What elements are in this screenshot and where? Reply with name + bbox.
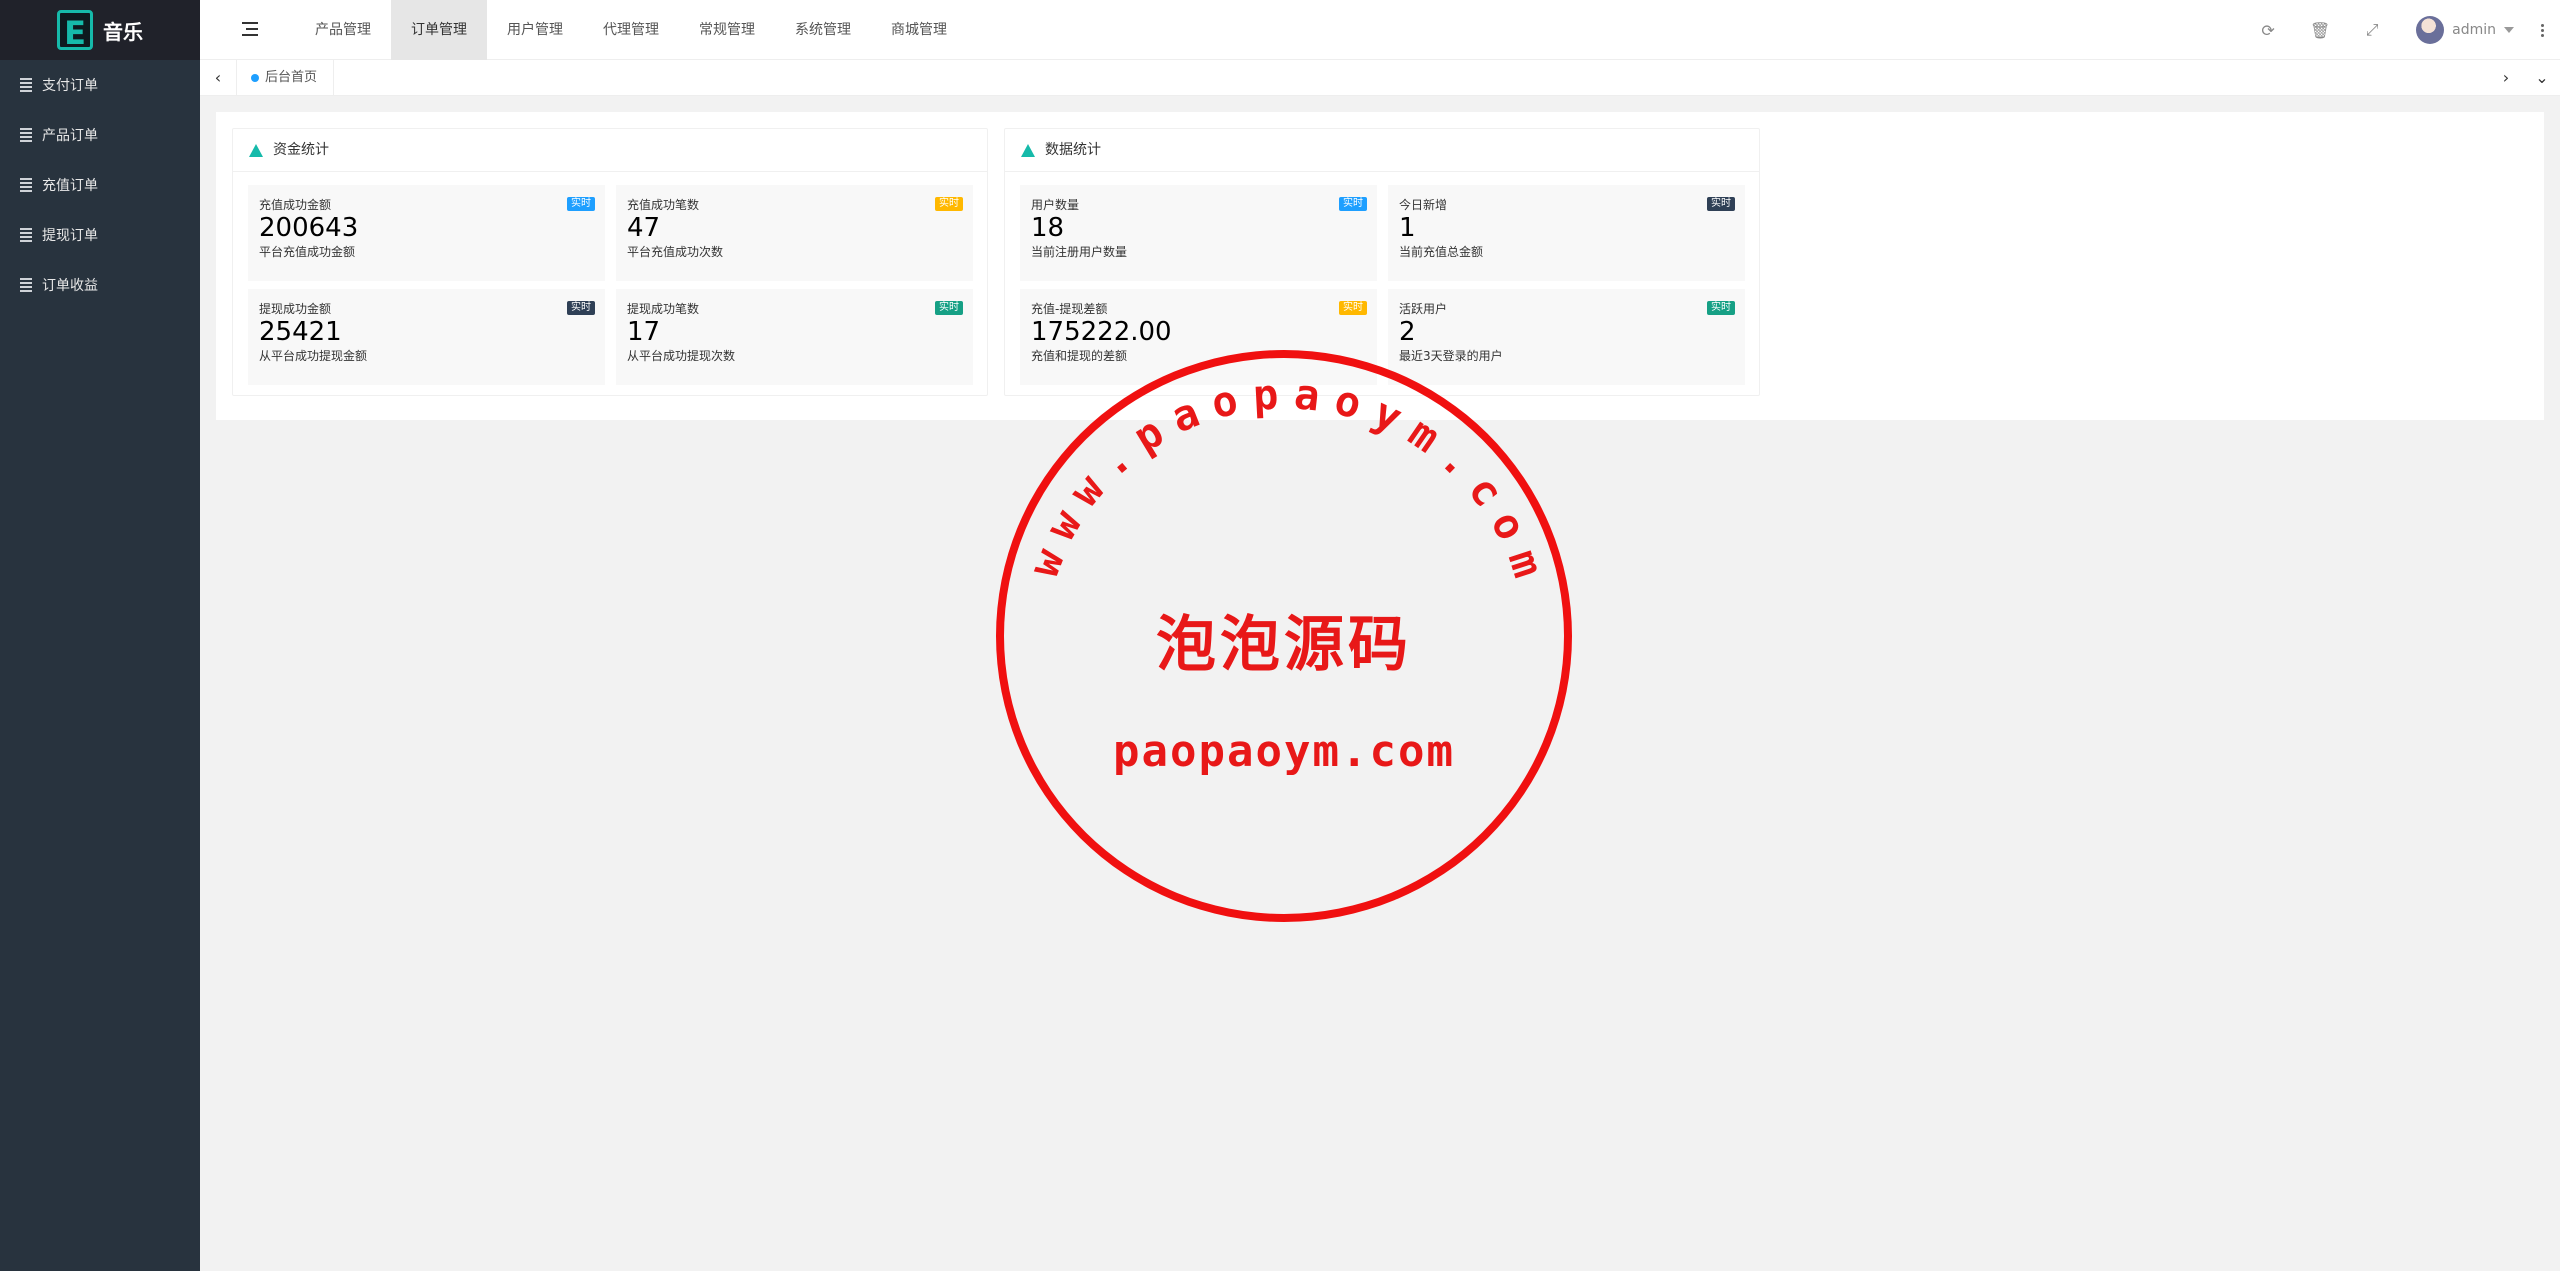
list-icon: [20, 78, 32, 92]
chevron-down-icon: [2504, 27, 2514, 33]
chevron-left-icon[interactable]: ‹: [200, 60, 236, 96]
realtime-badge: 实时: [1339, 301, 1367, 315]
user-menu[interactable]: admin: [2398, 16, 2532, 44]
watermark-sub-text: paopaoym.com: [1113, 726, 1455, 777]
menu-toggle-icon[interactable]: [242, 22, 258, 36]
stat-label: 提现成功笔数: [627, 302, 700, 316]
top-header: 产品管理 订单管理 用户管理 代理管理 常规管理 系统管理 商城管理 ⟳ 🗑 ⤢…: [200, 0, 2560, 60]
fullscreen-icon[interactable]: ⤢: [2346, 20, 2398, 40]
stat-label: 充值成功金额: [259, 198, 332, 212]
stat-desc: 最近3天登录的用户: [1399, 349, 1503, 363]
stat-label: 今日新增: [1399, 198, 1448, 212]
more-vertical-icon[interactable]: [2532, 23, 2552, 37]
stat-label: 活跃用户: [1399, 302, 1448, 316]
logo-icon: E: [57, 10, 93, 52]
list-icon: [20, 278, 32, 292]
chevron-right-icon[interactable]: ›: [2488, 60, 2524, 96]
realtime-badge: 实时: [567, 301, 595, 315]
stat-value: 47: [627, 213, 661, 243]
stat-desc: 平台充值成功金额: [259, 245, 356, 259]
stat-desc: 当前注册用户数量: [1031, 245, 1128, 259]
top-nav: 产品管理 订单管理 用户管理 代理管理 常规管理 系统管理 商城管理: [295, 0, 967, 60]
nav-general[interactable]: 常规管理: [679, 0, 775, 60]
list-icon: [20, 178, 32, 192]
stat-value: 17: [627, 317, 661, 347]
stat-value: 25421: [259, 317, 342, 347]
stat-withdraw-amount: 实时 提现成功金额 25421 从平台成功提现金额: [248, 289, 605, 385]
sidebar-item-label: 充值订单: [42, 178, 98, 194]
sidebar-item-product-orders[interactable]: 产品订单: [0, 110, 200, 160]
list-icon: [20, 128, 32, 142]
nav-system[interactable]: 系统管理: [775, 0, 871, 60]
stat-user-count: 实时 用户数量 18 当前注册用户数量: [1020, 185, 1377, 281]
realtime-badge: 实时: [935, 301, 963, 315]
realtime-badge: 实时: [1707, 197, 1735, 211]
sidebar-item-label: 提现订单: [42, 228, 98, 244]
refresh-icon[interactable]: ⟳: [2242, 21, 2294, 40]
nav-users[interactable]: 用户管理: [487, 0, 583, 60]
stat-new-today: 实时 今日新增 1 当前充值总金额: [1388, 185, 1745, 281]
chevron-down-icon[interactable]: ⌄: [2524, 60, 2560, 96]
username: admin: [2452, 22, 2496, 38]
data-card: 数据统计 实时 用户数量 18 当前注册用户数量 实时 今日新增 1 当前充值总…: [1004, 128, 1760, 396]
stat-balance-diff: 实时 充值-提现差额 175222.00 充值和提现的差额: [1020, 289, 1377, 385]
stat-active-users: 实时 活跃用户 2 最近3天登录的用户: [1388, 289, 1745, 385]
trash-icon[interactable]: 🗑: [2294, 21, 2346, 40]
realtime-badge: 实时: [567, 197, 595, 211]
tab-bar: ‹ 后台首页 › ⌄: [200, 60, 2560, 96]
stat-desc: 平台充值成功次数: [627, 245, 724, 259]
data-title: 数据统计: [1045, 142, 1101, 158]
stat-recharge-count: 实时 充值成功笔数 47 平台充值成功次数: [616, 185, 973, 281]
header-tools: ⟳ 🗑 ⤢ admin: [2242, 0, 2560, 60]
realtime-badge: 实时: [1339, 197, 1367, 211]
stat-desc: 当前充值总金额: [1399, 245, 1484, 259]
card-title: 资金统计: [233, 129, 987, 172]
sidebar-item-order-income[interactable]: 订单收益: [0, 260, 200, 310]
nav-products[interactable]: 产品管理: [295, 0, 391, 60]
stat-label: 用户数量: [1031, 198, 1080, 212]
sidebar-item-withdraw-orders[interactable]: 提现订单: [0, 210, 200, 260]
sidebar-item-label: 支付订单: [42, 78, 98, 94]
funds-card: 资金统计 实时 充值成功金额 200643 平台充值成功金额 实时 充值成功笔数…: [232, 128, 988, 396]
dashboard-panel: 资金统计 实时 充值成功金额 200643 平台充值成功金额 实时 充值成功笔数…: [216, 112, 2544, 420]
realtime-badge: 实时: [935, 197, 963, 211]
sidebar-item-label: 订单收益: [42, 278, 98, 294]
stat-label: 充值-提现差额: [1031, 302, 1108, 316]
stat-value: 200643: [259, 213, 359, 243]
funds-title: 资金统计: [273, 142, 329, 158]
stat-recharge-amount: 实时 充值成功金额 200643 平台充值成功金额: [248, 185, 605, 281]
watermark-main-text: 泡泡源码: [1156, 610, 1412, 680]
app-name: 音乐: [103, 19, 143, 44]
tab-home[interactable]: 后台首页: [236, 60, 335, 96]
nav-orders[interactable]: 订单管理: [391, 0, 487, 60]
realtime-badge: 实时: [1707, 301, 1735, 315]
stat-value: 1: [1399, 213, 1416, 243]
stat-value: 2: [1399, 317, 1416, 347]
list-icon: [20, 228, 32, 242]
logo[interactable]: E 音乐: [0, 0, 200, 60]
warning-icon: [1021, 143, 1035, 157]
nav-mall[interactable]: 商城管理: [871, 0, 967, 60]
avatar: [2416, 16, 2445, 44]
sidebar-item-label: 产品订单: [42, 128, 98, 144]
sidebar-item-pay-orders[interactable]: 支付订单: [0, 60, 200, 110]
sidebar-item-recharge-orders[interactable]: 充值订单: [0, 160, 200, 210]
stat-value: 18: [1031, 213, 1065, 243]
stat-withdraw-count: 实时 提现成功笔数 17 从平台成功提现次数: [616, 289, 973, 385]
stat-value: 175222.00: [1031, 317, 1172, 347]
nav-agents[interactable]: 代理管理: [583, 0, 679, 60]
stat-desc: 充值和提现的差额: [1031, 349, 1128, 363]
stat-desc: 从平台成功提现金额: [259, 349, 368, 363]
warning-icon: [249, 143, 263, 157]
stat-label: 提现成功金额: [259, 302, 332, 316]
sidebar: E 音乐 支付订单 产品订单 充值订单 提现订单 订单收益: [0, 0, 200, 1271]
active-dot-icon: [251, 73, 259, 82]
card-title: 数据统计: [1005, 129, 1759, 172]
stat-label: 充值成功笔数: [627, 198, 700, 212]
stat-desc: 从平台成功提现次数: [627, 349, 736, 363]
tab-label: 后台首页: [265, 70, 318, 85]
